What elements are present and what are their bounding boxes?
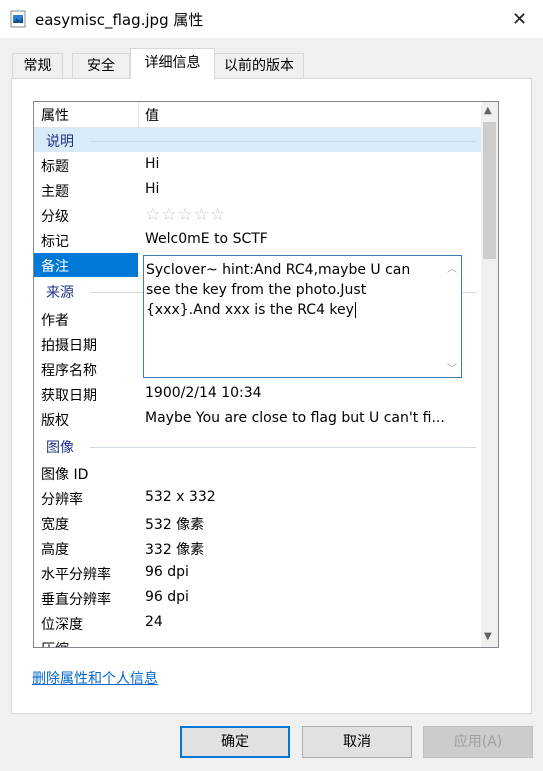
prop-name: 标题 xyxy=(41,159,69,175)
scroll-up-icon[interactable]: ︿ xyxy=(447,260,457,275)
prop-name: 程序名称 xyxy=(41,363,97,379)
row-height[interactable]: 高度 332 像素 xyxy=(34,536,486,561)
prop-value[interactable]: 96 dpi xyxy=(145,564,189,580)
cancel-button[interactable]: 取消 xyxy=(302,726,412,758)
column-header: 属性 值 xyxy=(34,102,486,128)
list-scrollbar[interactable]: ▲ ▼ xyxy=(481,102,498,647)
apply-button[interactable]: 应用(A) xyxy=(423,726,533,758)
tab-general[interactable]: 常规 xyxy=(12,53,63,78)
scroll-up-icon[interactable]: ▲ xyxy=(484,105,492,116)
prop-value[interactable]: 24 xyxy=(145,614,163,630)
row-date-acquired[interactable]: 获取日期 1900/2/14 10:34 xyxy=(34,382,486,407)
prop-name: 图像 ID xyxy=(41,467,89,483)
header-value[interactable]: 值 xyxy=(145,105,159,125)
comments-scrollbar[interactable]: ︿ ﹀ xyxy=(444,256,461,377)
prop-value[interactable]: 332 像素 xyxy=(145,539,204,559)
prop-value[interactable]: Maybe You are close to flag but U can't … xyxy=(145,410,445,426)
prop-name: 版权 xyxy=(41,413,69,429)
prop-value[interactable]: Hi xyxy=(145,181,159,197)
row-vertical-resolution[interactable]: 垂直分辨率 96 dpi xyxy=(34,586,486,611)
row-horizontal-resolution[interactable]: 水平分辨率 96 dpi xyxy=(34,561,486,586)
prop-name: 压缩 xyxy=(41,639,69,647)
prop-name: 分辨率 xyxy=(41,492,83,508)
prop-value[interactable]: 532 x 332 xyxy=(145,489,216,505)
tab-previous-versions[interactable]: 以前的版本 xyxy=(214,53,304,78)
prop-name: 垂直分辨率 xyxy=(41,592,111,608)
prop-value[interactable]: 532 像素 xyxy=(145,514,204,534)
prop-name: 水平分辨率 xyxy=(41,567,111,583)
tab-details[interactable]: 详细信息 xyxy=(130,48,215,79)
row-subject[interactable]: 主题 Hi xyxy=(34,178,486,203)
comments-value: Syclover~ hint:And RC4,maybe U can see t… xyxy=(146,262,411,318)
text-caret xyxy=(354,302,356,318)
prop-name: 备注 xyxy=(41,259,69,275)
prop-name: 高度 xyxy=(41,542,69,558)
group-description[interactable]: 说明 xyxy=(34,128,486,152)
prop-name: 宽度 xyxy=(41,517,69,533)
scroll-down-icon[interactable]: ﹀ xyxy=(447,360,457,375)
header-property[interactable]: 属性 xyxy=(41,105,69,125)
prop-name: 主题 xyxy=(41,184,69,200)
row-image-id[interactable]: 图像 ID xyxy=(34,461,486,486)
prop-value[interactable]: Welc0mE to SCTF xyxy=(145,231,268,247)
row-bit-depth[interactable]: 位深度 24 xyxy=(34,611,486,636)
row-compression[interactable]: 压缩 xyxy=(34,636,486,647)
ok-button[interactable]: 确定 xyxy=(180,726,290,758)
window-title: easymisc_flag.jpg 属性 xyxy=(35,11,204,29)
prop-value[interactable]: 1900/2/14 10:34 xyxy=(145,385,262,401)
prop-value[interactable]: Hi xyxy=(145,156,159,172)
comments-edit-box[interactable]: Syclover~ hint:And RC4,maybe U can see t… xyxy=(143,255,462,378)
scrollbar-thumb[interactable] xyxy=(483,122,496,259)
title-bar: easymisc_flag.jpg 属性 ✕ xyxy=(0,0,543,38)
row-title[interactable]: 标题 Hi xyxy=(34,153,486,178)
group-divider xyxy=(90,141,476,142)
group-label: 图像 xyxy=(46,440,74,456)
row-rating[interactable]: 分级 ☆☆☆☆☆ xyxy=(34,203,486,228)
row-width[interactable]: 宽度 532 像素 xyxy=(34,511,486,536)
prop-name: 位深度 xyxy=(41,617,83,633)
details-panel: 属性 值 说明 标题 Hi 主题 Hi 分级 ☆☆☆☆☆ 标记 Welc0mE … xyxy=(11,78,532,714)
comments-text[interactable]: Syclover~ hint:And RC4,maybe U can see t… xyxy=(146,260,438,320)
prop-value[interactable]: 96 dpi xyxy=(145,589,189,605)
close-icon: ✕ xyxy=(512,9,528,30)
scroll-down-icon[interactable]: ▼ xyxy=(484,631,492,642)
column-divider[interactable] xyxy=(138,102,139,127)
group-image[interactable]: 图像 xyxy=(34,434,486,458)
image-file-icon xyxy=(10,10,26,28)
rating-stars[interactable]: ☆☆☆☆☆ xyxy=(145,205,226,225)
tab-security[interactable]: 安全 xyxy=(72,53,130,78)
close-button[interactable]: ✕ xyxy=(497,0,543,38)
prop-name: 作者 xyxy=(41,313,69,329)
group-label: 来源 xyxy=(46,285,74,301)
prop-name: 拍摄日期 xyxy=(41,338,97,354)
tab-strip: 常规 安全 详细信息 以前的版本 xyxy=(12,48,532,79)
row-tags[interactable]: 标记 Welc0mE to SCTF xyxy=(34,228,486,253)
prop-name: 标记 xyxy=(41,234,69,250)
group-label: 说明 xyxy=(46,134,74,150)
row-copyright[interactable]: 版权 Maybe You are close to flag but U can… xyxy=(34,407,486,432)
prop-name: 分级 xyxy=(41,209,69,225)
prop-name: 获取日期 xyxy=(41,388,97,404)
group-divider xyxy=(90,447,476,448)
remove-properties-link[interactable]: 删除属性和个人信息 xyxy=(32,668,158,688)
properties-list[interactable]: 属性 值 说明 标题 Hi 主题 Hi 分级 ☆☆☆☆☆ 标记 Welc0mE … xyxy=(33,101,499,648)
row-dimensions[interactable]: 分辨率 532 x 332 xyxy=(34,486,486,511)
